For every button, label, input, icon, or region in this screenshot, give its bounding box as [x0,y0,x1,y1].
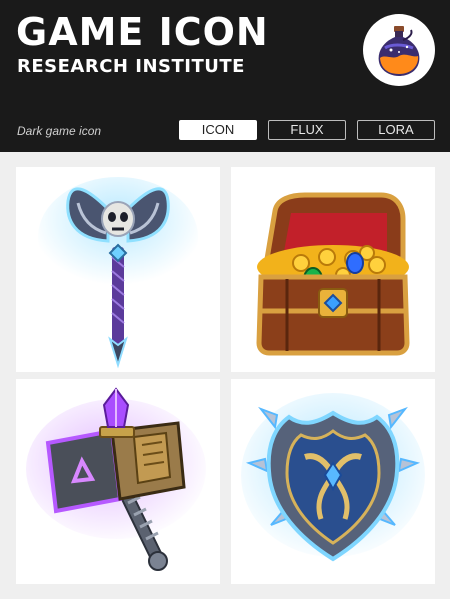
logo [363,14,435,86]
page-subtitle: RESEARCH INSTITUTE [17,56,245,77]
gallery-card-axe[interactable] [16,167,220,372]
potion-bottle-icon [378,26,420,76]
skull-battle-axe-icon [38,177,198,369]
page-title: GAME ICON [16,10,269,54]
tab-icon[interactable]: ICON [179,120,257,140]
crystal-war-hammer-icon [26,387,206,571]
spiked-shield-icon [241,393,425,562]
gallery-card-shield[interactable] [231,379,435,584]
treasure-chest-icon [256,192,410,356]
header: GAME ICON RESEARCH INSTITUTE Dark game i… [0,0,450,152]
tab-flux[interactable]: FLUX [268,120,346,140]
gallery-card-hammer[interactable] [16,379,220,584]
tagline: Dark game icon [17,124,102,138]
tab-lora[interactable]: LORA [357,120,435,140]
gallery-card-chest[interactable] [231,167,435,372]
